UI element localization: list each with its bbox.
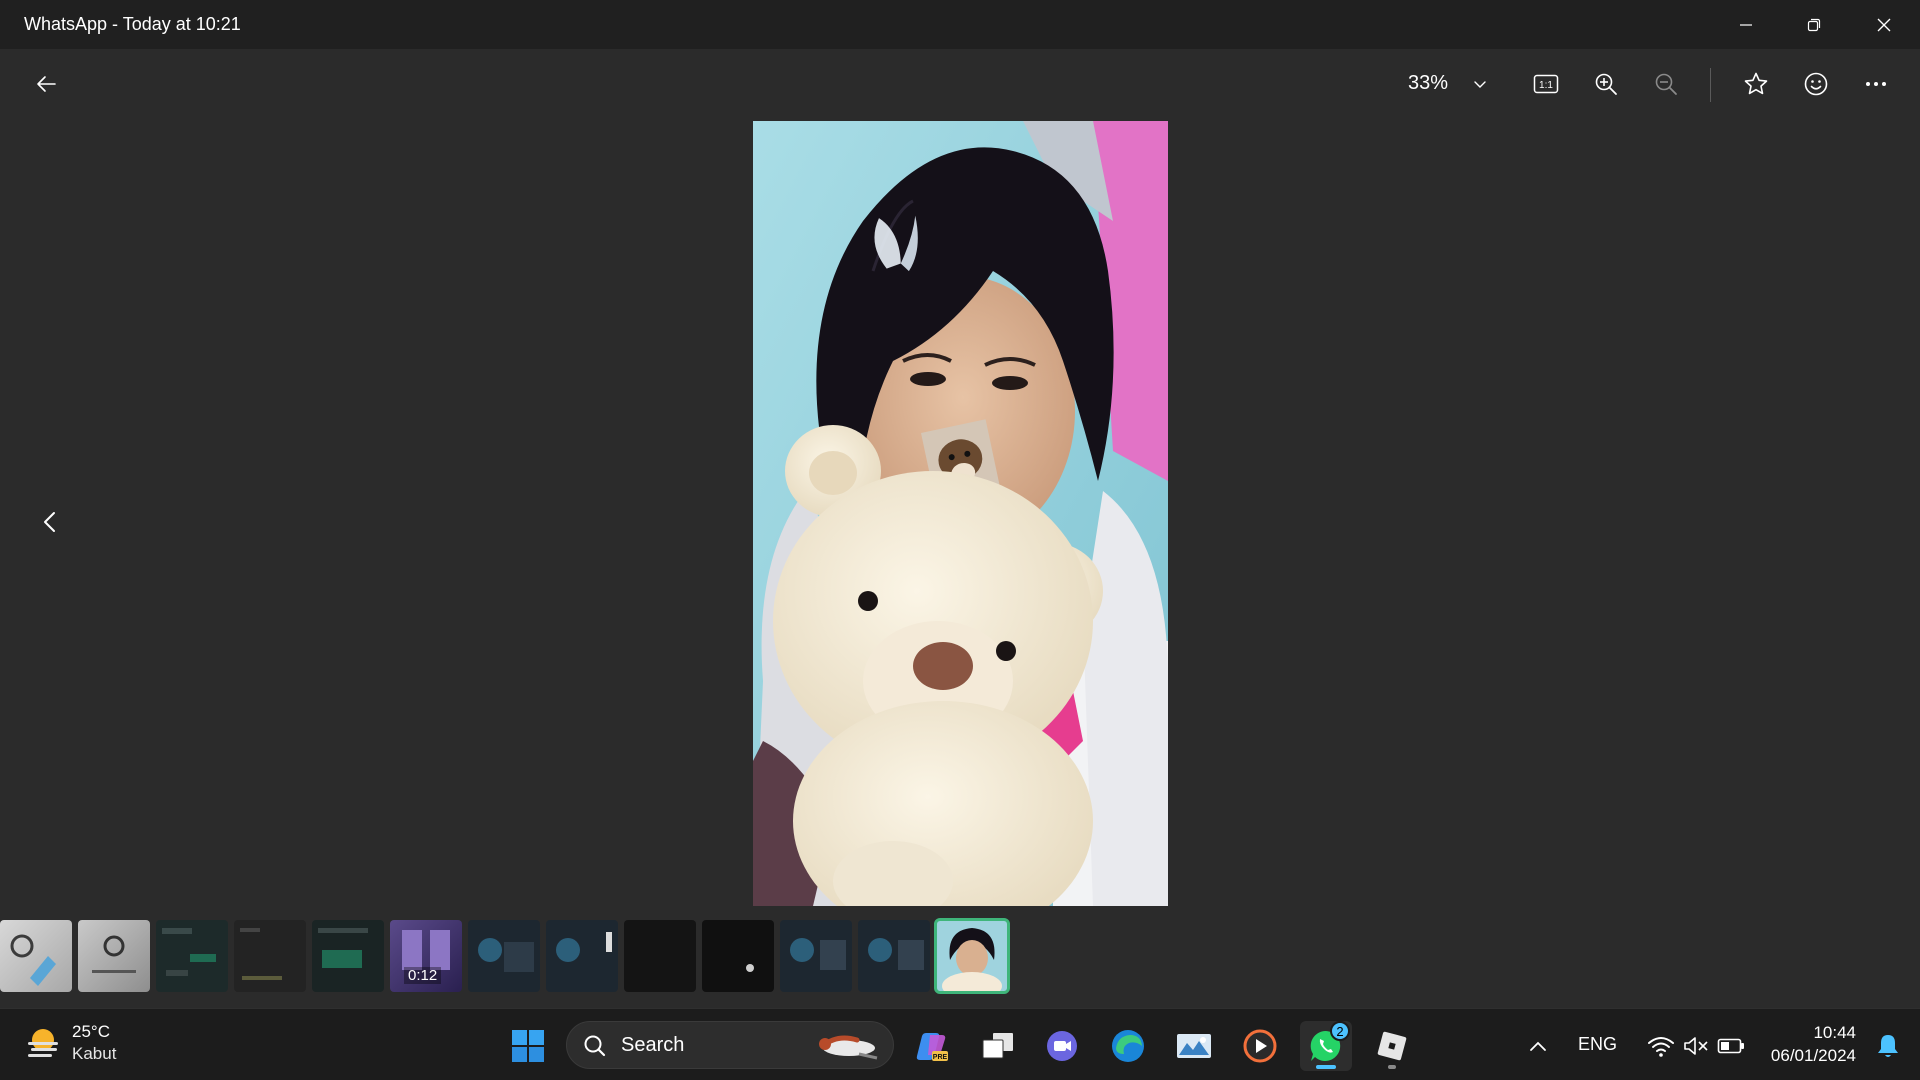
tray-overflow-button[interactable] — [1514, 1021, 1562, 1071]
restore-button[interactable] — [1780, 0, 1848, 49]
input-language[interactable]: ENG — [1578, 1034, 1617, 1055]
filmstrip-thumbnail-selected[interactable] — [934, 918, 1010, 994]
minimize-button[interactable] — [1712, 0, 1780, 49]
filmstrip-thumbnail[interactable] — [156, 920, 228, 992]
taskbar-whatsapp[interactable]: 2 — [1300, 1021, 1352, 1071]
video-chat-icon — [1047, 1031, 1077, 1061]
smiley-icon — [1804, 72, 1828, 96]
filmstrip-thumbnail[interactable] — [624, 920, 696, 992]
svg-text:PRE: PRE — [933, 1054, 948, 1061]
taskbar-photos[interactable] — [1168, 1021, 1220, 1071]
filmstrip-thumbnail[interactable] — [702, 920, 774, 992]
filmstrip-thumbnail[interactable] — [312, 920, 384, 992]
minimize-icon — [1740, 23, 1752, 26]
restore-icon — [1807, 18, 1821, 31]
filmstrip-thumbnail[interactable] — [780, 920, 852, 992]
volume-muted-icon — [1684, 1037, 1708, 1055]
actual-size-icon: 1:1 — [1533, 74, 1559, 94]
weather-fog-icon — [28, 1029, 58, 1057]
quick-settings-button[interactable] — [1636, 1021, 1756, 1071]
zoom-dropdown-button[interactable] — [1458, 62, 1502, 106]
more-icon — [1866, 82, 1886, 86]
weather-temperature: 25°C — [72, 1022, 110, 1041]
clock-time: 10:44 — [1813, 1023, 1856, 1042]
chevron-down-icon — [1474, 81, 1486, 88]
zoom-out-button[interactable] — [1644, 62, 1688, 106]
zoom-in-button[interactable] — [1584, 62, 1628, 106]
taskbar-task-view[interactable] — [972, 1021, 1024, 1071]
bell-icon — [1878, 1035, 1898, 1057]
clock-date: 06/01/2024 — [1770, 1046, 1856, 1065]
filmstrip-video-thumbnail[interactable]: 0:12 — [390, 920, 462, 992]
main-photo — [753, 121, 1168, 906]
window-title: WhatsApp - Today at 10:21 — [24, 14, 241, 34]
roblox-icon — [1377, 1031, 1407, 1061]
battery-icon — [1717, 1038, 1744, 1054]
close-icon — [1877, 18, 1891, 31]
search-icon — [584, 1035, 606, 1057]
favorite-button[interactable] — [1734, 62, 1778, 106]
copilot-icon: PRE — [916, 1033, 948, 1061]
taskbar-edge[interactable] — [1102, 1021, 1154, 1071]
filmstrip-thumbnail[interactable] — [468, 920, 540, 992]
taskbar-search[interactable]: Search — [566, 1021, 894, 1069]
search-highlight-illustration-icon — [819, 1035, 878, 1060]
previous-image-button[interactable] — [32, 502, 68, 542]
chevron-up-icon — [1530, 1041, 1546, 1051]
back-button[interactable] — [24, 62, 68, 106]
taskbar-copilot[interactable]: PRE — [906, 1021, 958, 1071]
active-app-indicator — [1316, 1065, 1336, 1069]
start-button[interactable] — [502, 1021, 554, 1071]
media-player-icon — [1243, 1029, 1277, 1063]
zoom-out-icon — [1655, 73, 1677, 95]
filmstrip-thumbnail[interactable] — [546, 920, 618, 992]
task-view-icon — [982, 1033, 1013, 1059]
whatsapp-unread-badge: 2 — [1330, 1021, 1350, 1041]
taskbar: 25°C Kabut Search PRE 2 ENG 10:44 06/01/… — [0, 1008, 1920, 1080]
filmstrip-thumbnail[interactable] — [234, 920, 306, 992]
filmstrip-thumbnail[interactable] — [78, 920, 150, 992]
toolbar-divider — [1710, 68, 1711, 102]
emoji-button[interactable] — [1794, 62, 1838, 106]
windows-logo-icon — [512, 1030, 544, 1062]
zoom-level[interactable]: 33% — [1408, 72, 1448, 95]
more-button[interactable] — [1854, 62, 1898, 106]
star-icon — [1744, 72, 1768, 95]
weather-condition: Kabut — [72, 1044, 117, 1063]
photos-app-window: WhatsApp - Today at 10:21 33% 1:1 0:12 — [0, 0, 1920, 1008]
svg-text:1:1: 1:1 — [1539, 80, 1553, 91]
close-button[interactable] — [1850, 0, 1918, 49]
search-label: Search — [621, 1034, 685, 1056]
arrow-left-icon — [37, 76, 56, 92]
zoom-in-icon — [1595, 73, 1617, 95]
notifications-button[interactable] — [1864, 1021, 1912, 1071]
filmstrip: 0:12 — [0, 918, 1010, 994]
running-app-indicator — [1388, 1065, 1396, 1069]
video-duration: 0:12 — [404, 967, 442, 984]
title-bar: WhatsApp - Today at 10:21 — [0, 0, 1920, 49]
wifi-icon — [1648, 1037, 1674, 1057]
taskbar-teams[interactable] — [1036, 1021, 1088, 1071]
weather-widget[interactable]: 25°C Kabut — [24, 1021, 116, 1065]
filmstrip-thumbnail[interactable] — [0, 920, 72, 992]
actual-size-button[interactable]: 1:1 — [1524, 62, 1568, 106]
photos-app-icon — [1177, 1034, 1211, 1058]
chevron-left-icon — [44, 512, 55, 532]
edge-browser-icon — [1112, 1030, 1144, 1062]
taskbar-roblox[interactable] — [1366, 1021, 1418, 1071]
clock[interactable]: 10:44 06/01/2024 — [1771, 1021, 1856, 1067]
taskbar-media-player[interactable] — [1234, 1021, 1286, 1071]
filmstrip-thumbnail[interactable] — [858, 920, 930, 992]
